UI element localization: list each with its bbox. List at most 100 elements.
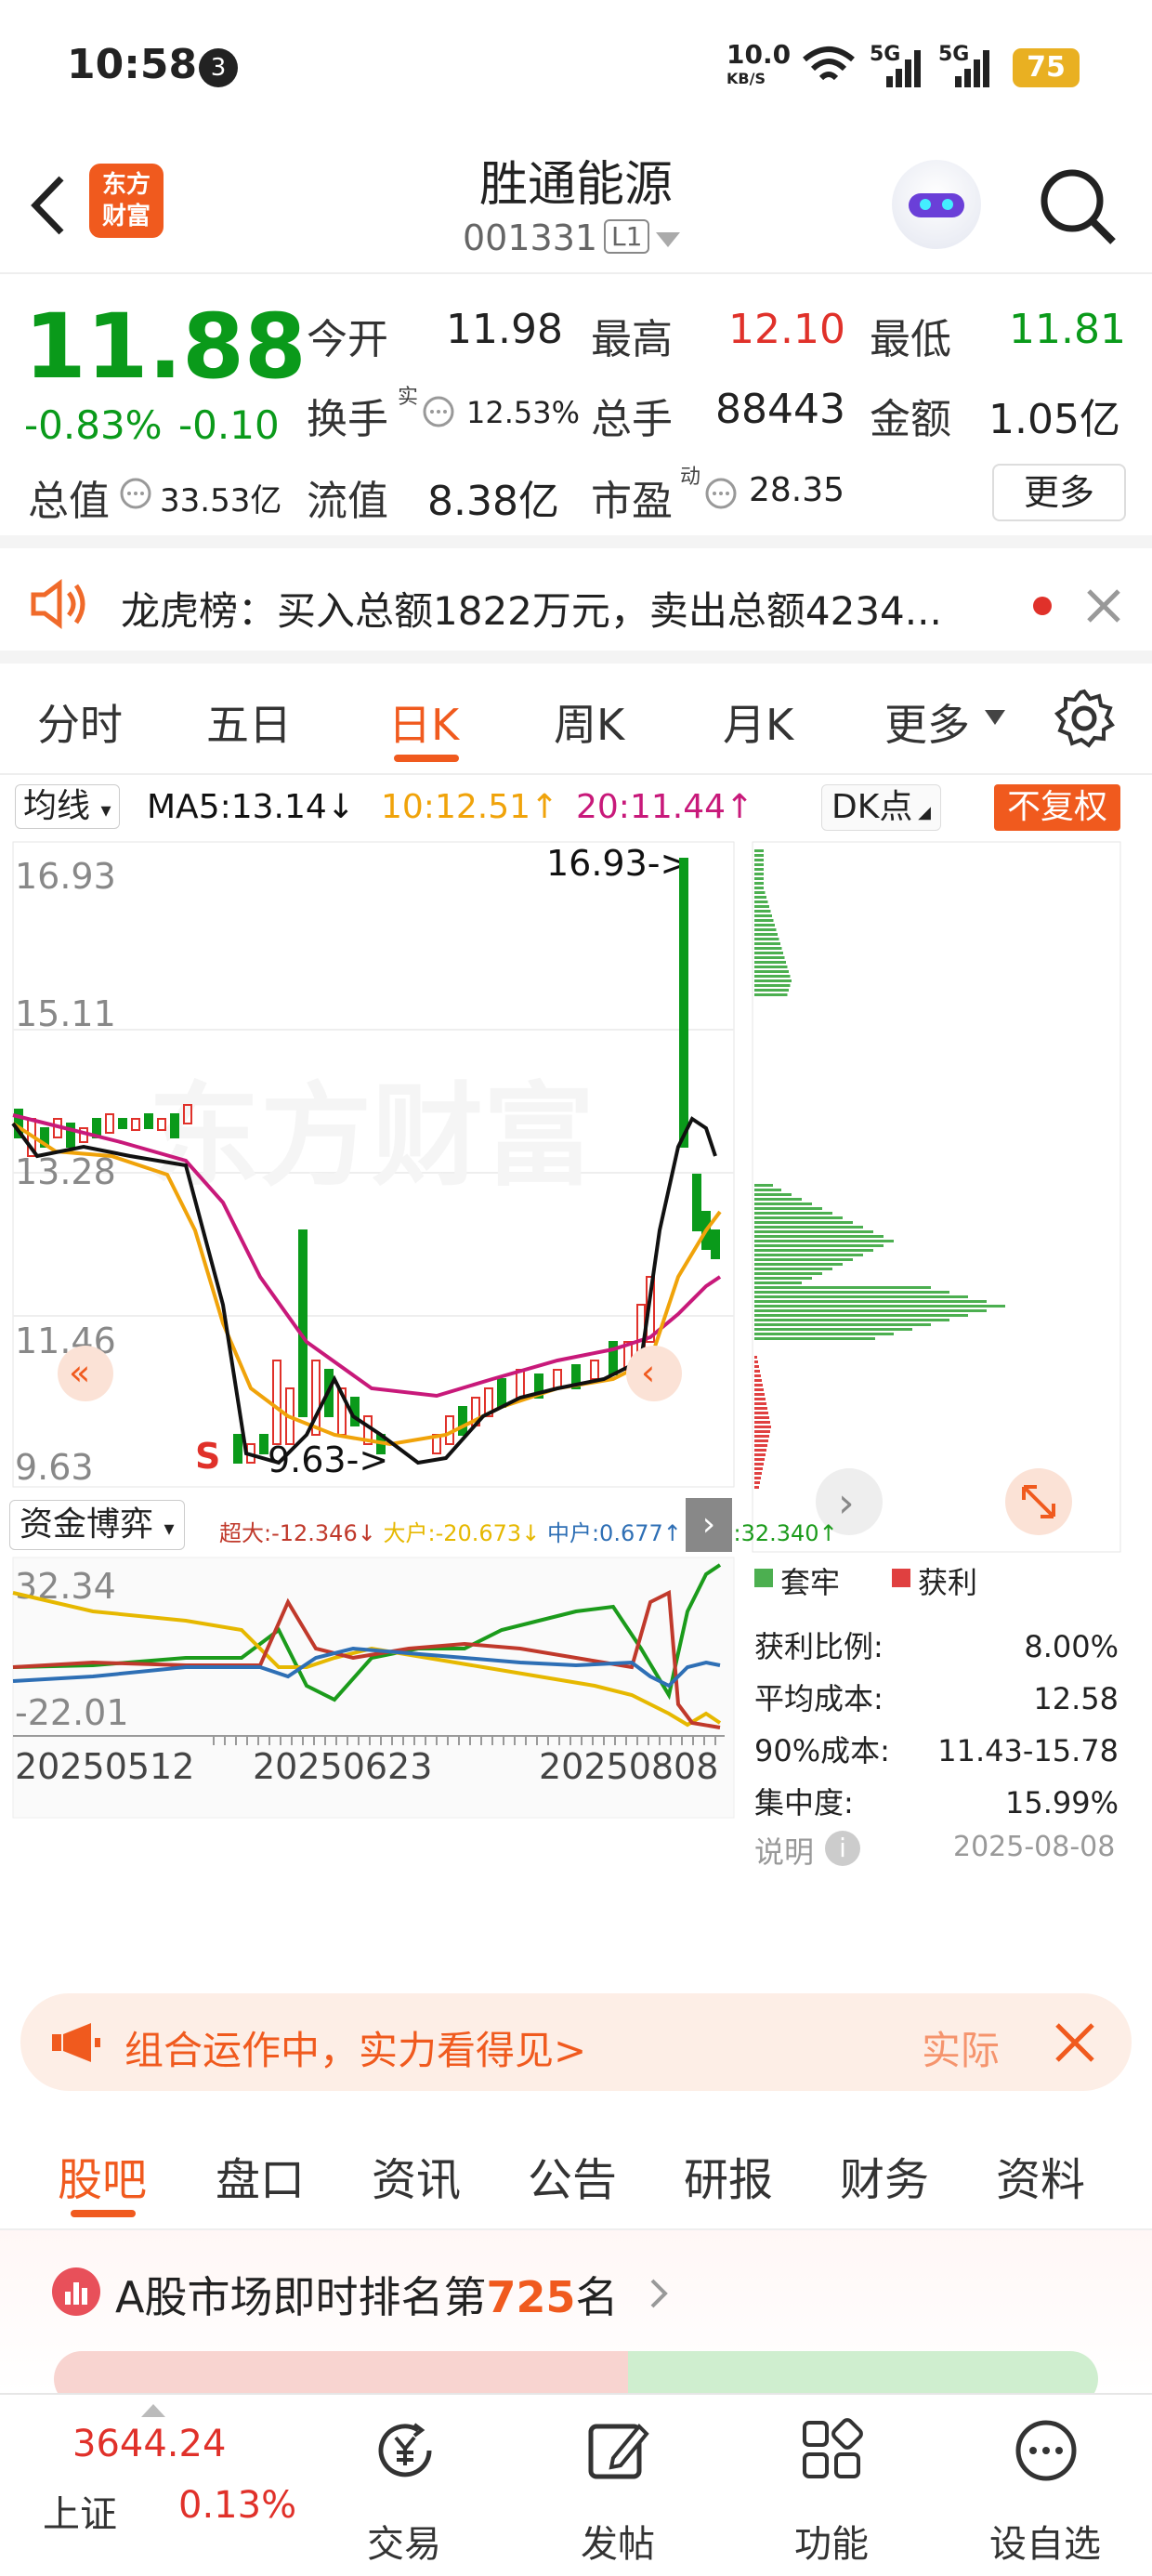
ma10-label: 10:12.51↑ <box>381 788 559 826</box>
tab-five-day[interactable]: 五日 <box>206 691 292 753</box>
chip-bar <box>754 1398 766 1400</box>
close-icon[interactable] <box>1083 585 1124 626</box>
chevron-up-icon[interactable] <box>139 2402 167 2419</box>
explain-link[interactable]: 说明 <box>754 1829 814 1872</box>
legend-expand-button[interactable]: › <box>686 1498 732 1552</box>
chip-bar <box>754 1249 873 1252</box>
date-mid: 20250623 <box>253 1746 432 1787</box>
post-nav-item[interactable]: 发帖 <box>548 2395 687 2576</box>
tab-guba[interactable]: 股吧 <box>58 2143 147 2208</box>
chip-bar <box>754 1240 894 1242</box>
tab-daily-k[interactable]: 日K <box>388 691 459 753</box>
profit-swatch <box>892 1569 910 1587</box>
sub-y-min: -22.01 <box>15 1692 129 1733</box>
edit-icon <box>588 2424 649 2479</box>
kline-main-chart[interactable]: 东方财富 16.93 15.11 13.28 11.46 9.63 16.93-… <box>0 840 743 1491</box>
chevron-right-icon: › <box>838 1479 855 1527</box>
more-button[interactable]: 更多 <box>992 464 1126 521</box>
battery-icon: 75 <box>1013 48 1080 87</box>
min-marker: 9.63-> <box>268 1439 388 1480</box>
chip-bar <box>754 1388 764 1391</box>
max-marker: 16.93-> <box>546 843 689 884</box>
ad-banner[interactable]: 组合运作中，实力看得见> 实际 <box>20 1993 1132 2091</box>
chip-bar <box>754 1277 812 1280</box>
tab-profile[interactable]: 资料 <box>996 2143 1085 2208</box>
gear-icon[interactable] <box>1054 688 1115 749</box>
tab-finance[interactable]: 财务 <box>840 2143 929 2208</box>
double-left-icon: « <box>69 1352 90 1393</box>
tab-announcement[interactable]: 公告 <box>528 2143 617 2208</box>
chip-bar <box>754 1198 802 1201</box>
back-icon[interactable] <box>24 173 71 238</box>
chip-bar <box>754 1393 765 1396</box>
chip-bar <box>754 1453 766 1456</box>
chip-bar <box>754 914 772 917</box>
y-tick-mid: 13.28 <box>15 1151 116 1192</box>
info-dots-icon[interactable] <box>422 395 455 428</box>
amount-label: 金额 <box>870 396 951 443</box>
active-tab-indicator <box>394 755 459 762</box>
candle <box>118 1118 127 1129</box>
index-name[interactable]: 上证 <box>43 2484 117 2538</box>
stock-code: 001331 <box>463 217 598 258</box>
chip-bar <box>754 1463 764 1465</box>
notice-bar[interactable]: 龙虎榜：买入总额1822万元，卖出总额4234... <box>0 548 1152 664</box>
tab-research[interactable]: 研报 <box>684 2143 773 2208</box>
search-icon[interactable] <box>1037 165 1119 247</box>
tab-more[interactable]: 更多 <box>884 691 970 753</box>
feature-tabs: 股吧 盘口 资讯 公告 研报 财务 资料 <box>0 2109 1152 2230</box>
trap-swatch <box>754 1569 773 1587</box>
chip-bar <box>754 1281 802 1284</box>
market-cap-value: 33.53亿 <box>160 482 282 519</box>
tab-monthly-k[interactable]: 月K <box>723 691 793 753</box>
dk-point-button[interactable]: DK点 ◢ <box>821 784 941 831</box>
info-dots-icon[interactable] <box>119 477 152 510</box>
rank-section[interactable]: A股市场即时排名第725名 <box>0 2230 1152 2407</box>
info-dots-icon[interactable] <box>704 477 738 510</box>
speaker-icon <box>31 579 85 629</box>
chip-bar <box>754 1207 822 1210</box>
chevron-down-icon[interactable] <box>983 708 1007 727</box>
chevron-right-icon[interactable] <box>648 2277 671 2310</box>
add-watch-label: 设自选 <box>989 2523 1101 2566</box>
robot-avatar-icon[interactable] <box>892 160 981 249</box>
chip-bar <box>754 1189 781 1191</box>
chip-stats: 获利比例: 8.00% 平均成本: 12.58 90%成本: 11.43-15.78 … <box>754 1621 1119 1829</box>
tab-intraday[interactable]: 分时 <box>37 691 123 753</box>
sub-y-max: 32.34 <box>15 1566 116 1607</box>
index-value[interactable]: 3644.24 <box>72 2423 226 2465</box>
ad-text: 组合运作中，实力看得见> <box>124 2028 587 2073</box>
chip-bar <box>754 924 775 927</box>
no-adjust-button[interactable]: 不复权 <box>994 784 1121 831</box>
chevron-down-icon[interactable] <box>654 229 682 251</box>
trade-nav-item[interactable]: 交易 <box>334 2395 474 2576</box>
index-change[interactable]: 0.13% <box>178 2484 296 2527</box>
tab-weekly-k[interactable]: 周K <box>554 691 624 753</box>
function-nav-item[interactable]: 功能 <box>762 2395 901 2576</box>
chip-bar <box>754 1356 757 1359</box>
info-icon[interactable]: i <box>825 1831 860 1866</box>
chip-bar <box>754 1314 968 1317</box>
tab-pankou[interactable]: 盘口 <box>216 2143 305 2208</box>
close-icon[interactable] <box>1052 2019 1098 2066</box>
chip-bar <box>754 1486 759 1489</box>
app-logo[interactable]: 东方 财富 <box>89 164 164 238</box>
function-label: 功能 <box>794 2523 869 2566</box>
turnover-label: 换手 <box>307 396 388 443</box>
add-watch-nav-item[interactable]: 设自选 <box>975 2395 1115 2576</box>
chip-bar <box>754 1258 853 1261</box>
chip-bar <box>754 1305 1005 1308</box>
chip-bar <box>754 1212 832 1215</box>
indicator-select[interactable]: 均线 ▾ <box>15 784 120 829</box>
fund-flow-chart[interactable]: 32.34 -22.01 20250512 20250623 20250808 <box>0 1556 743 1834</box>
sub-indicator-select[interactable]: 资金博弈 ▾ <box>9 1500 185 1550</box>
chip-bar <box>754 933 778 936</box>
chip-bar <box>754 891 766 894</box>
chip-bar <box>754 859 764 861</box>
post-label: 发帖 <box>581 2523 655 2566</box>
chip-bar <box>754 905 769 908</box>
trade-label: 交易 <box>367 2523 441 2566</box>
candle <box>458 1406 467 1436</box>
chip-row: 集中度: 15.99% <box>754 1785 1119 1820</box>
tab-news[interactable]: 资讯 <box>372 2143 461 2208</box>
